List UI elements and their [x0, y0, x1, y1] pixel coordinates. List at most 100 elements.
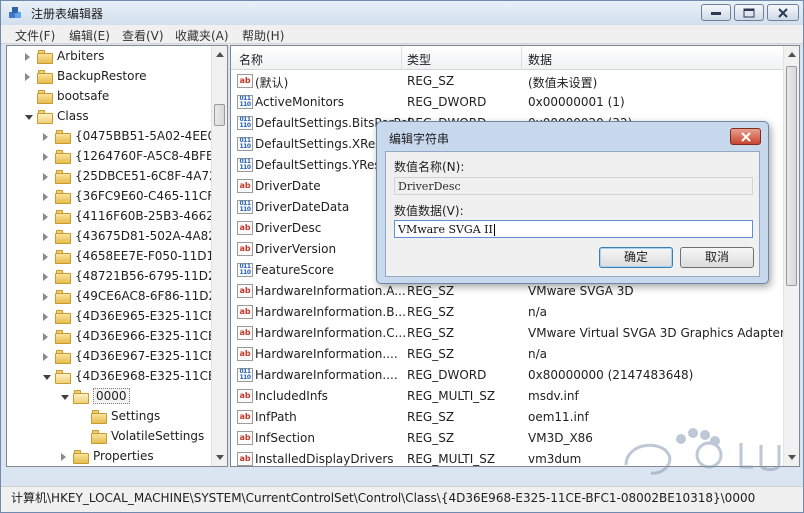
value-row[interactable]: ab HardwareInformation.... REG_SZ n/a	[231, 344, 785, 365]
value-data: n/a	[528, 347, 548, 361]
tree-node[interactable]: Settings	[79, 407, 211, 427]
collapsed-arrow-icon[interactable]	[43, 133, 48, 141]
value-name-field: DriverDesc	[394, 177, 753, 195]
value-data-input[interactable]: VMware SVGA II	[394, 220, 753, 238]
value-name: InstalledDisplayDrivers	[255, 452, 394, 466]
folder-icon	[91, 430, 107, 444]
value-row[interactable]: 011 110 HardwareInformation.... REG_DWORD 0…	[231, 365, 785, 386]
tree-node[interactable]: {4658EE7E-F050-11D1	[43, 247, 214, 267]
value-row[interactable]: ab IncludedInfs REG_MULTI_SZ msdv.inf	[231, 386, 785, 407]
collapsed-arrow-icon[interactable]	[25, 53, 30, 61]
binary-value-icon: 011 110	[237, 200, 253, 214]
folder-icon	[37, 110, 53, 124]
menu-favorites[interactable]: 收藏夹(A)	[175, 27, 229, 44]
ok-button[interactable]: 确定	[599, 247, 673, 268]
value-data: 0x00000001 (1)	[528, 95, 625, 109]
collapsed-arrow-icon[interactable]	[43, 293, 48, 301]
binary-value-icon: 011 110	[237, 263, 253, 277]
tree-node[interactable]: {4D36E967-E325-11CE	[43, 347, 216, 367]
folder-icon	[55, 290, 71, 304]
close-button[interactable]	[767, 4, 799, 21]
tree-node[interactable]: Class	[25, 107, 211, 127]
value-name: HardwareInformation.C...	[255, 326, 407, 340]
binary-value-icon: 011 110	[237, 95, 253, 109]
menu-help[interactable]: 帮助(H)	[242, 27, 284, 44]
string-value-icon: ab	[237, 305, 253, 319]
value-row[interactable]: ab (默认) REG_SZ (数值未设置)	[231, 71, 785, 92]
tree-node[interactable]: BackupRestore	[25, 67, 211, 87]
value-row[interactable]: ab HardwareInformation.A... REG_SZ VMware S…	[231, 281, 785, 302]
maximize-button[interactable]	[734, 4, 764, 21]
expanded-arrow-icon[interactable]	[25, 115, 33, 120]
collapsed-arrow-icon[interactable]	[43, 193, 48, 201]
binary-value-icon: 011 110	[237, 158, 253, 172]
tree-node[interactable]: {48721B56-6795-11D2	[43, 267, 216, 287]
tree-node[interactable]: {4116F60B-25B3-4662	[43, 207, 214, 227]
tree-scroll-thumb[interactable]	[214, 104, 225, 126]
values-scrollbar[interactable]	[783, 46, 799, 466]
edit-string-dialog: 编辑字符串 数值名称(N): DriverDesc 数值数据(V): VMwar…	[376, 121, 769, 284]
value-row[interactable]: 011 110 ActiveMonitors REG_DWORD 0x00000001…	[231, 92, 785, 113]
collapsed-arrow-icon[interactable]	[43, 313, 48, 321]
tree-node[interactable]: {1264760F-A5C8-4BFE	[43, 147, 214, 167]
cancel-button[interactable]: 取消	[680, 247, 754, 268]
dialog-close-button[interactable]	[730, 128, 761, 145]
value-type: REG_SZ	[407, 305, 455, 319]
tree-node[interactable]: Arbiters	[25, 47, 211, 67]
scroll-up-arrow-icon[interactable]	[788, 52, 796, 57]
tree-node[interactable]: {43675D81-502A-4A82	[43, 227, 216, 247]
tree-node[interactable]: {36FC9E60-C465-11CF	[43, 187, 214, 207]
tree-node[interactable]: Properties	[61, 447, 211, 466]
tree-node[interactable]: {49CE6AC8-6F86-11D2	[43, 287, 216, 307]
column-divider[interactable]	[521, 46, 522, 70]
tree-node[interactable]: {4D36E968-E325-11CE	[43, 367, 216, 387]
key-tree[interactable]: Arbiters BackupRestore bootsafe Class {0475B…	[6, 45, 228, 467]
scroll-down-arrow-icon[interactable]	[216, 455, 224, 460]
value-data: VMware Virtual SVGA 3D Graphics Adapter	[528, 326, 785, 340]
column-divider[interactable]	[401, 46, 402, 70]
title-bar[interactable]: 注册表编辑器	[1, 1, 803, 25]
expanded-arrow-icon[interactable]	[43, 375, 51, 380]
close-icon	[778, 7, 788, 18]
menu-view[interactable]: 查看(V)	[122, 27, 164, 44]
scroll-up-arrow-icon[interactable]	[216, 52, 224, 57]
value-name: DriverDesc	[255, 221, 322, 235]
tree-node[interactable]: {4D36E966-E325-11CE	[43, 327, 216, 347]
column-header-type[interactable]: 类型	[407, 51, 431, 68]
collapsed-arrow-icon[interactable]	[43, 153, 48, 161]
string-value-icon: ab	[237, 410, 253, 424]
column-header-name[interactable]: 名称	[239, 51, 263, 68]
values-scroll-thumb[interactable]	[786, 66, 797, 286]
collapsed-arrow-icon[interactable]	[43, 213, 48, 221]
collapsed-arrow-icon[interactable]	[43, 253, 48, 261]
folder-icon	[55, 250, 71, 264]
value-row[interactable]: ab HardwareInformation.C... REG_SZ VMware V…	[231, 323, 785, 344]
tree-node[interactable]: 0000	[61, 387, 211, 407]
value-row[interactable]: ab HardwareInformation.B... REG_SZ n/a	[231, 302, 785, 323]
collapsed-arrow-icon[interactable]	[43, 173, 48, 181]
tree-node[interactable]: {4D36E965-E325-11CE	[43, 307, 216, 327]
binary-value-icon: 011 110	[237, 368, 253, 382]
baidu-watermark-logo	[624, 428, 781, 475]
minimize-button[interactable]	[701, 4, 731, 21]
column-header-data[interactable]: 数据	[528, 51, 552, 68]
menu-edit[interactable]: 编辑(E)	[69, 27, 110, 44]
tree-node[interactable]: bootsafe	[25, 87, 211, 107]
collapsed-arrow-icon[interactable]	[61, 453, 66, 461]
tree-node[interactable]: {25DBCE51-6C8F-4A72	[43, 167, 217, 187]
tree-node[interactable]: VolatileSettings	[79, 427, 211, 447]
collapsed-arrow-icon[interactable]	[25, 73, 30, 81]
tree-node[interactable]: {0475BB51-5A02-4EE0	[43, 127, 215, 147]
tree-node-label: 0000	[93, 388, 130, 404]
value-name-text: DriverDesc	[398, 180, 461, 193]
value-name: HardwareInformation.A...	[255, 284, 406, 298]
collapsed-arrow-icon[interactable]	[43, 333, 48, 341]
menu-file[interactable]: 文件(F)	[15, 27, 55, 44]
value-data: 0x80000000 (2147483648)	[528, 368, 694, 382]
collapsed-arrow-icon[interactable]	[43, 353, 48, 361]
collapsed-arrow-icon[interactable]	[43, 233, 48, 241]
collapsed-arrow-icon[interactable]	[43, 273, 48, 281]
tree-scrollbar[interactable]	[211, 46, 227, 466]
expanded-arrow-icon[interactable]	[61, 395, 69, 400]
value-name: HardwareInformation....	[255, 347, 398, 361]
